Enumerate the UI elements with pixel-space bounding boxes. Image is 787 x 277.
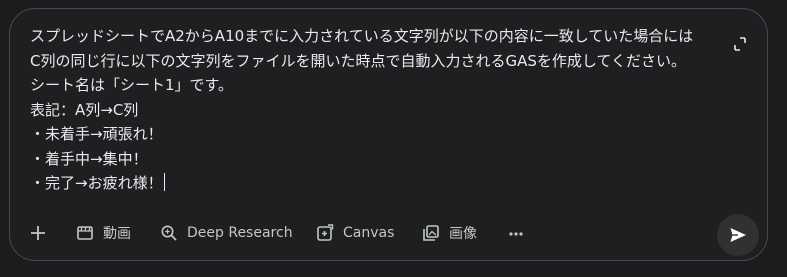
prompt-text: スプレッドシートでA2からA10までに入力されている文字列が以下の内容に一致して… xyxy=(30,27,694,192)
canvas-label: Canvas xyxy=(343,225,395,241)
video-label: 動画 xyxy=(103,226,131,242)
image-button[interactable]: 画像 xyxy=(422,213,477,253)
video-button[interactable]: 動画 xyxy=(76,213,131,253)
image-icon xyxy=(423,225,439,241)
composer-toolbar: 動画 Deep Research Canvas 画像 xyxy=(10,213,767,256)
more-horizontal-icon xyxy=(509,232,523,236)
text-caret xyxy=(163,173,165,191)
canvas-icon xyxy=(317,224,334,241)
more-options-button[interactable] xyxy=(506,213,526,253)
send-button[interactable] xyxy=(717,214,759,256)
send-icon xyxy=(730,228,746,242)
collapse-icon xyxy=(734,37,746,51)
deep-research-icon xyxy=(161,225,177,241)
collapse-input-button[interactable] xyxy=(733,36,747,51)
add-button[interactable] xyxy=(28,213,48,253)
prompt-input[interactable]: スプレッドシートでA2からA10までに入力されている文字列が以下の内容に一致して… xyxy=(30,24,730,196)
plus-icon xyxy=(31,226,45,240)
deep-research-label: Deep Research xyxy=(187,225,293,241)
video-icon xyxy=(77,226,93,240)
deep-research-button[interactable]: Deep Research xyxy=(160,213,293,253)
prompt-composer: スプレッドシートでA2からA10までに入力されている文字列が以下の内容に一致して… xyxy=(9,8,768,261)
image-label: 画像 xyxy=(449,226,477,242)
canvas-button[interactable]: Canvas xyxy=(316,213,394,253)
